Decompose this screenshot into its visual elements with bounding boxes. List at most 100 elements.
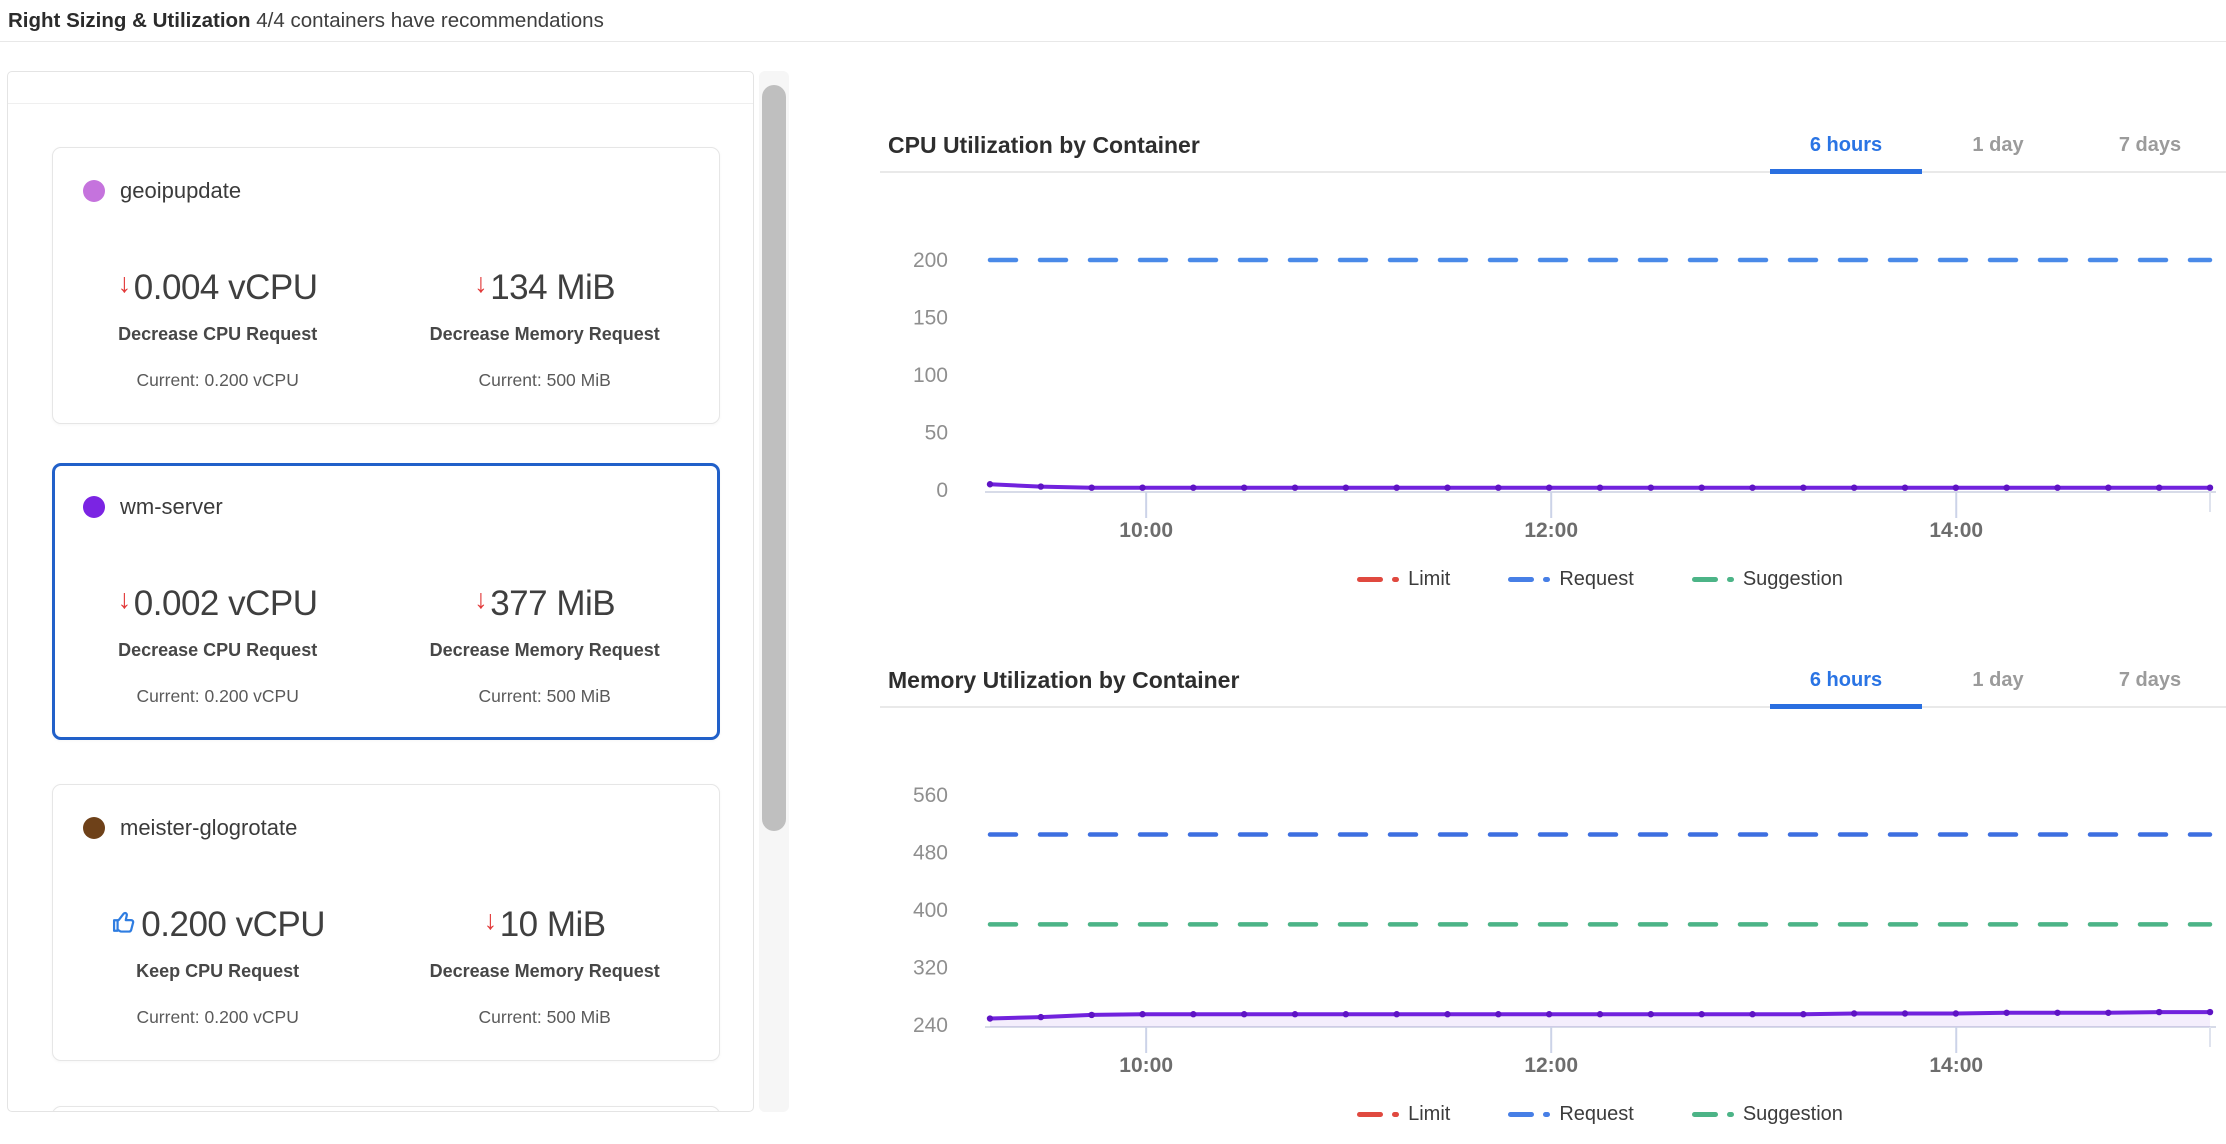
container-card-geoipupdate[interactable]: geoipupdate ↓ 0.004 vCPU Decrease CPU Re… bbox=[52, 147, 720, 424]
memory-utilization-by-container-title: Memory Utilization by Container bbox=[888, 667, 1770, 694]
decrease-arrow-icon: ↓ bbox=[118, 270, 131, 297]
data-point-marker bbox=[1088, 1012, 1094, 1018]
cpu-utilization-chart: CPU Utilization by Container6 hours1 day… bbox=[880, 120, 2226, 612]
container-name: meister-glogrotate bbox=[120, 815, 297, 841]
data-point-marker bbox=[2003, 485, 2009, 491]
memory-value-text: 377 MiB bbox=[490, 584, 615, 624]
data-point-marker bbox=[1546, 485, 1552, 491]
container-card-partial[interactable] bbox=[52, 1106, 720, 1112]
data-point-marker bbox=[1495, 485, 1501, 491]
legend-label: Limit bbox=[1408, 568, 1450, 591]
cpu-recommended-value: 0.200 vCPU bbox=[81, 903, 354, 947]
page-title: Right Sizing & Utilization 4/4 container… bbox=[8, 9, 604, 33]
memory-action-label: Decrease Memory Request bbox=[388, 324, 701, 345]
legend-request[interactable]: Request bbox=[1508, 1103, 1634, 1126]
data-point-marker bbox=[1038, 483, 1044, 489]
legend-limit[interactable]: Limit bbox=[1357, 1103, 1450, 1126]
container-card-header: wm-server bbox=[71, 492, 701, 522]
x-tick-label: 12:00 bbox=[1524, 1054, 1578, 1075]
cpu-recommendation: ↓ 0.002 vCPU Decrease CPU Request Curren… bbox=[81, 582, 354, 707]
data-point-marker bbox=[1851, 1010, 1857, 1016]
data-point-marker bbox=[1851, 485, 1857, 491]
data-point-marker bbox=[1597, 485, 1603, 491]
recommendation-columns: 0.200 vCPU Keep CPU Request Current: 0.2… bbox=[71, 903, 701, 1028]
cpu-value-text: 0.004 vCPU bbox=[134, 268, 318, 308]
y-tick-label: 50 bbox=[925, 422, 948, 445]
memory-recommendation: ↓ 134 MiB Decrease Memory Request Curren… bbox=[388, 266, 701, 391]
memory-current-label: Current: 500 MiB bbox=[388, 370, 701, 391]
recommendation-columns: ↓ 0.004 vCPU Decrease CPU Request Curren… bbox=[71, 266, 701, 391]
data-point-marker bbox=[1088, 485, 1094, 491]
container-name: wm-server bbox=[120, 494, 223, 520]
data-point-marker bbox=[1648, 485, 1654, 491]
legend-dash-icon bbox=[1508, 577, 1534, 582]
data-point-marker bbox=[2105, 1010, 2111, 1016]
panel-scrollbar-thumb[interactable] bbox=[762, 85, 786, 831]
legend-label: Suggestion bbox=[1743, 1103, 1843, 1126]
cpu-current-label: Current: 0.200 vCPU bbox=[81, 370, 354, 391]
tab-6-hours[interactable]: 6 hours bbox=[1770, 654, 1922, 707]
legend-suggestion[interactable]: Suggestion bbox=[1692, 1103, 1843, 1126]
legend-suggestion[interactable]: Suggestion bbox=[1692, 568, 1843, 591]
legend-limit[interactable]: Limit bbox=[1357, 568, 1450, 591]
y-tick-label: 0 bbox=[936, 479, 948, 502]
chart-legend: Limit Request Suggestion bbox=[990, 1103, 2210, 1126]
cpu-recommended-value: ↓ 0.002 vCPU bbox=[81, 582, 354, 626]
legend-dot-icon bbox=[1543, 577, 1550, 582]
timerange-tabs: 6 hours1 day7 days bbox=[1770, 654, 2226, 707]
tab-7-days[interactable]: 7 days bbox=[2074, 654, 2226, 707]
data-point-marker bbox=[1698, 1011, 1704, 1017]
memory-recommended-value: ↓ 10 MiB bbox=[388, 903, 701, 947]
data-point-marker bbox=[1444, 1011, 1450, 1017]
cpu-action-label: Decrease CPU Request bbox=[81, 640, 354, 661]
memory-action-label: Decrease Memory Request bbox=[388, 961, 701, 982]
y-tick-label: 400 bbox=[913, 899, 948, 922]
data-point-marker bbox=[2003, 1010, 2009, 1016]
data-point-marker bbox=[1038, 1014, 1044, 1020]
cpu-value-text: 0.002 vCPU bbox=[134, 584, 318, 624]
cpu-current-label: Current: 0.200 vCPU bbox=[81, 686, 354, 707]
legend-dash-icon bbox=[1692, 1112, 1718, 1117]
data-point-marker bbox=[2156, 485, 2162, 491]
panel-top-divider bbox=[8, 103, 753, 104]
container-color-dot bbox=[83, 180, 105, 202]
cpu-utilization-by-container-header: CPU Utilization by Container6 hours1 day… bbox=[880, 120, 2226, 173]
container-card-meister-glogrotate[interactable]: meister-glogrotate 0.200 vCPU Keep CPU R… bbox=[52, 784, 720, 1061]
keep-thumbs-up-icon bbox=[110, 911, 138, 939]
data-point-marker bbox=[2156, 1009, 2162, 1015]
page-title-bold: Right Sizing & Utilization bbox=[8, 9, 251, 32]
container-card-wm-server[interactable]: wm-server ↓ 0.002 vCPU Decrease CPU Requ… bbox=[52, 463, 720, 740]
data-point-marker bbox=[1648, 1011, 1654, 1017]
x-tick-label: 10:00 bbox=[1119, 519, 1173, 540]
memory-value-text: 10 MiB bbox=[500, 905, 606, 945]
data-point-marker bbox=[2207, 485, 2213, 491]
cpu-current-label: Current: 0.200 vCPU bbox=[81, 1007, 354, 1028]
tab-7-days[interactable]: 7 days bbox=[2074, 119, 2226, 172]
legend-dot-icon bbox=[1392, 577, 1399, 582]
legend-request[interactable]: Request bbox=[1508, 568, 1634, 591]
memory-recommendation: ↓ 377 MiB Decrease Memory Request Curren… bbox=[388, 582, 701, 707]
memory-value-text: 134 MiB bbox=[490, 268, 615, 308]
data-point-marker bbox=[1241, 1011, 1247, 1017]
legend-dash-icon bbox=[1692, 577, 1718, 582]
panel-scrollbar-track[interactable] bbox=[759, 71, 789, 1112]
tab-1-day[interactable]: 1 day bbox=[1922, 654, 2074, 707]
container-color-dot bbox=[83, 817, 105, 839]
timerange-tabs: 6 hours1 day7 days bbox=[1770, 119, 2226, 172]
data-point-marker bbox=[1597, 1011, 1603, 1017]
cpu-action-label: Decrease CPU Request bbox=[81, 324, 354, 345]
decrease-arrow-icon: ↓ bbox=[484, 907, 497, 934]
data-point-marker bbox=[1902, 485, 1908, 491]
y-tick-label: 100 bbox=[913, 364, 948, 387]
header-divider bbox=[0, 41, 2226, 42]
memory-recommended-value: ↓ 134 MiB bbox=[388, 266, 701, 310]
tab-6-hours[interactable]: 6 hours bbox=[1770, 119, 1922, 172]
tab-1-day[interactable]: 1 day bbox=[1922, 119, 2074, 172]
cpu-recommended-value: ↓ 0.004 vCPU bbox=[81, 266, 354, 310]
decrease-arrow-icon: ↓ bbox=[474, 270, 487, 297]
data-point-marker bbox=[1444, 485, 1450, 491]
data-point-marker bbox=[2054, 485, 2060, 491]
cpu-utilization-by-container-plot: 10:0012:0014:00050100150200 bbox=[880, 230, 2226, 540]
decrease-arrow-icon: ↓ bbox=[474, 586, 487, 613]
cpu-action-label: Keep CPU Request bbox=[81, 961, 354, 982]
